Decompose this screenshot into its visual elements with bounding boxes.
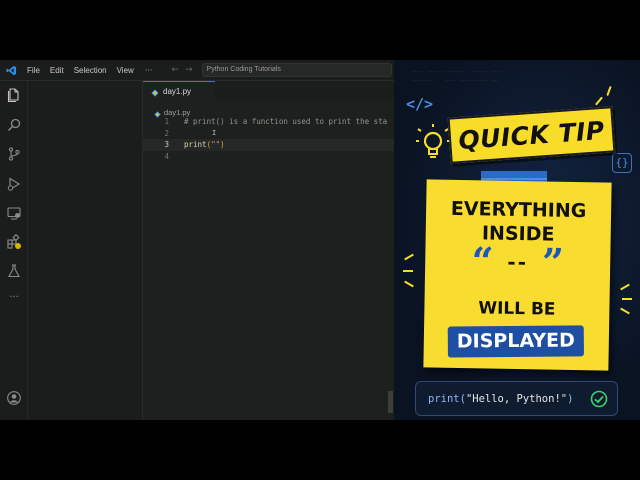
lightbulb-icon [416,124,450,164]
quick-tip-panel: ─── ──── ────── ──── ─── ────── ─── ────… [394,60,640,420]
note-text-line: WILL BE [478,298,556,320]
code-line: 4 [143,151,394,163]
sticky-note: EVERYTHING INSIDE “ -- ” WILL BE DISPLAY… [423,179,612,371]
quote-placeholder-dashes: -- [507,249,529,275]
line-number: 3 [164,140,169,149]
python-file-icon [151,82,159,101]
code-function: print [184,140,207,149]
code-statement: print("") [184,139,225,151]
editor-tab-bar: day1.py [143,81,394,101]
menu-view[interactable]: View [112,60,139,81]
code-editor[interactable]: 1 # print() is a function used to print … [143,116,394,420]
activity-bar: ··· [0,81,28,420]
line-number: 1 [164,117,169,126]
tab-label: day1.py [163,87,192,96]
code-paren-close: ) [220,140,225,149]
run-debug-icon[interactable] [6,176,22,192]
command-center-search[interactable]: Python Coding Tutorials [201,63,392,77]
files-icon[interactable] [6,87,22,103]
editor-scrollbar[interactable] [388,391,393,413]
code-line: 1 # print() is a function used to print … [143,116,394,128]
letterbox-top [0,0,640,60]
nav-back-icon[interactable]: ← [168,65,182,75]
curly-brace-icon: {} [612,153,632,173]
tab-day1-py[interactable]: day1.py [143,81,215,101]
title-bar: File Edit Selection View ··· ← → Python … [0,60,394,81]
letterbox-bottom [0,420,640,480]
account-icon[interactable] [6,390,22,406]
displayed-badge: DISPLAYED [447,325,584,358]
code-line-active: 3 print("") [143,139,394,151]
code-example: print("Hello, Python!") [428,393,573,405]
code-comment: # print() is a function used to print th… [184,117,388,126]
note-text-line: INSIDE [481,222,555,246]
search-icon[interactable] [6,117,22,133]
close-quote-mark: ” [541,239,565,285]
extensions-icon[interactable] [6,233,22,250]
code-example-close: ) [567,392,574,405]
open-quote-mark: “ [471,238,494,284]
more-icon[interactable]: ··· [6,291,22,307]
testing-icon[interactable] [6,263,22,279]
menu-selection[interactable]: Selection [69,60,112,81]
menu-file[interactable]: File [22,60,45,81]
vscode-logo-icon [0,60,22,81]
background-code-texture: ─── ──── ────── ──── ─── ────── ─── ────… [412,69,503,85]
quotes-row: “ -- ” [425,238,611,285]
remote-explorer-icon[interactable] [6,205,22,221]
menu-edit[interactable]: Edit [45,60,69,81]
note-text-line: EVERYTHING [450,197,587,223]
sidebar-panel [28,81,143,420]
accent-dash [403,270,413,272]
menu-more-icon[interactable]: ··· [139,66,159,75]
code-example-string: "Hello, Python!" [465,392,568,405]
code-string: "" [211,140,221,149]
nav-forward-icon[interactable]: → [182,65,196,75]
checkmark-circle-icon [590,390,608,408]
quick-tip-title: QUICK TIP [457,115,606,155]
accent-dash [622,298,632,300]
code-example-function: print( [428,392,466,405]
source-control-icon[interactable] [6,146,22,162]
code-example-box: print("Hello, Python!") [415,381,618,416]
line-number: 4 [164,152,169,161]
mouse-ibeam-cursor: I [212,129,217,137]
html-tag-icon: </> [406,95,434,113]
